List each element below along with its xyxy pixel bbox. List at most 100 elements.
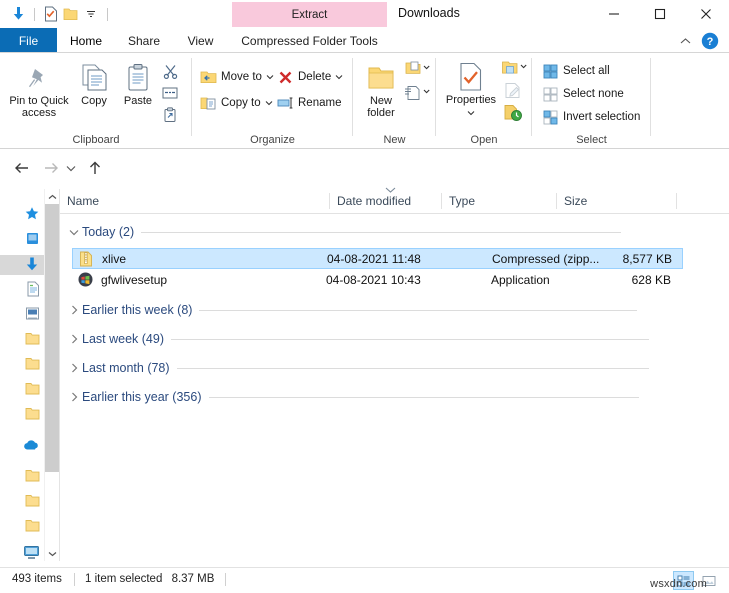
group-header-today[interactable]: Today (2) [66, 219, 671, 245]
column-header-name[interactable]: Name [60, 189, 330, 213]
rename-button[interactable]: Rename [277, 93, 341, 113]
documents-icon [26, 281, 40, 300]
contextual-tab-header[interactable]: Extract [232, 2, 387, 27]
new-folder-line1: New [370, 95, 392, 107]
copy-to-icon [200, 95, 217, 112]
folder-icon [25, 332, 40, 348]
close-button[interactable] [683, 0, 729, 28]
nav-item-folder-3[interactable] [0, 380, 44, 400]
nav-item-folder-5[interactable] [0, 467, 44, 487]
group-header-last-month[interactable]: Last month (78) [66, 355, 671, 381]
chevron-up-icon[interactable] [677, 33, 693, 49]
group-header-last-week[interactable]: Last week (49) [66, 326, 671, 352]
star-icon [24, 206, 40, 225]
tab-share[interactable]: Share [115, 28, 173, 53]
forward-arrow-icon[interactable] [41, 158, 61, 178]
tab-home[interactable]: Home [57, 28, 115, 53]
column-header-type[interactable]: Type [442, 189, 557, 213]
zip-file-icon [76, 251, 96, 267]
new-folder-icon[interactable] [61, 4, 81, 24]
new-folder-button[interactable]: Newfolder [359, 59, 403, 119]
copy-path-icon[interactable] [160, 83, 180, 103]
select-none-icon [542, 86, 559, 103]
group-header-earlier-this-year[interactable]: Earlier this year (356) [66, 384, 671, 410]
pin-to-quick-access-button[interactable]: Pin to Quickaccess [8, 59, 70, 119]
rename-label: Rename [298, 97, 341, 109]
nav-item-pictures[interactable] [0, 305, 44, 325]
column-divider[interactable] [676, 193, 677, 209]
scrollbar-thumb[interactable] [45, 204, 60, 472]
properties-icon[interactable] [41, 4, 61, 24]
properties-button[interactable]: Properties [442, 58, 500, 119]
maximize-button[interactable] [637, 0, 683, 28]
chevron-down-icon[interactable] [467, 105, 475, 119]
nav-item-quick-access[interactable] [0, 205, 44, 225]
tab-file[interactable]: File [0, 28, 57, 53]
table-row[interactable]: xlive 04-08-2021 11:48 Compressed (zipp.… [72, 248, 683, 269]
chevron-up-icon[interactable] [45, 189, 60, 204]
chevron-down-icon[interactable] [45, 546, 60, 561]
invert-selection-button[interactable]: Invert selection [542, 107, 640, 127]
nav-item-folder-7[interactable] [0, 517, 44, 537]
nav-item-downloads[interactable] [0, 255, 44, 275]
nav-item-onedrive[interactable] [0, 436, 44, 456]
up-arrow-icon[interactable] [85, 158, 105, 178]
nav-item-this-pc[interactable] [0, 544, 44, 561]
selection-size: 8.37 MB [166, 573, 215, 585]
copy-to-button[interactable]: Copy to [200, 93, 273, 113]
ribbon-group-organize-label: Organize [192, 134, 353, 146]
table-row[interactable]: gfwlivesetup 04-08-2021 10:43 Applicatio… [72, 269, 683, 290]
folder-icon [25, 357, 40, 373]
select-none-label: Select none [563, 88, 624, 100]
chevron-right-icon [66, 392, 82, 402]
nav-item-folder-4[interactable] [0, 405, 44, 425]
invert-selection-icon [542, 109, 559, 126]
select-all-button[interactable]: Select all [542, 61, 610, 81]
file-date-modified: 04-08-2021 10:43 [326, 273, 491, 287]
paste-label: Paste [124, 95, 152, 107]
open-folder-icon[interactable] [500, 58, 528, 78]
select-none-button[interactable]: Select none [542, 84, 624, 104]
nav-item-folder-2[interactable] [0, 355, 44, 375]
easy-access-icon[interactable] [403, 83, 431, 103]
column-header-size[interactable]: Size [557, 189, 677, 213]
back-arrow-icon[interactable] [12, 158, 32, 178]
recent-locations-icon[interactable] [64, 158, 78, 178]
paste-shortcut-icon[interactable] [160, 105, 180, 125]
new-folder-line2: folder [367, 107, 395, 119]
chevron-right-icon [66, 305, 82, 315]
edit-icon[interactable] [500, 80, 528, 100]
group-header-rule [171, 339, 649, 340]
move-to-button[interactable]: Move to [200, 67, 274, 87]
downloads-icon[interactable] [8, 4, 28, 24]
quick-access-toolbar [8, 3, 114, 25]
copy-button[interactable]: Copy [72, 59, 116, 107]
tab-compressed-folder-tools[interactable]: Compressed Folder Tools [232, 28, 387, 53]
file-type: Application [491, 273, 606, 287]
tab-view[interactable]: View [173, 28, 228, 53]
tab-view-label: View [188, 34, 214, 48]
file-explorer-window: Extract Downloads File Home Share View C… [0, 0, 729, 593]
pin-icon [26, 59, 52, 93]
new-item-icon[interactable] [403, 59, 431, 79]
navigation-pane-scrollbar[interactable] [44, 189, 60, 561]
delete-button[interactable]: Delete [277, 67, 343, 87]
help-icon[interactable]: ? [701, 32, 719, 50]
file-name: gfwlivesetup [101, 273, 326, 287]
paste-button[interactable]: Paste [116, 59, 160, 107]
status-bar: 493 items 1 item selected 8.37 MB [0, 567, 729, 593]
nav-item-desktop[interactable] [0, 230, 44, 250]
window-title: Downloads [398, 6, 460, 20]
nav-item-folder-6[interactable] [0, 492, 44, 512]
minimize-button[interactable] [591, 0, 637, 28]
column-header-date-modified[interactable]: Date modified [330, 189, 442, 213]
pictures-icon [25, 306, 40, 324]
history-icon[interactable] [500, 102, 528, 122]
folder-icon [25, 407, 40, 423]
ribbon: Pin to Quickaccess Copy [0, 53, 729, 149]
nav-item-folder-1[interactable] [0, 330, 44, 350]
nav-item-documents[interactable] [0, 280, 44, 300]
customize-dropdown-icon[interactable] [81, 4, 101, 24]
scissors-icon[interactable] [160, 61, 180, 81]
group-header-earlier-this-week[interactable]: Earlier this week (8) [66, 297, 671, 323]
